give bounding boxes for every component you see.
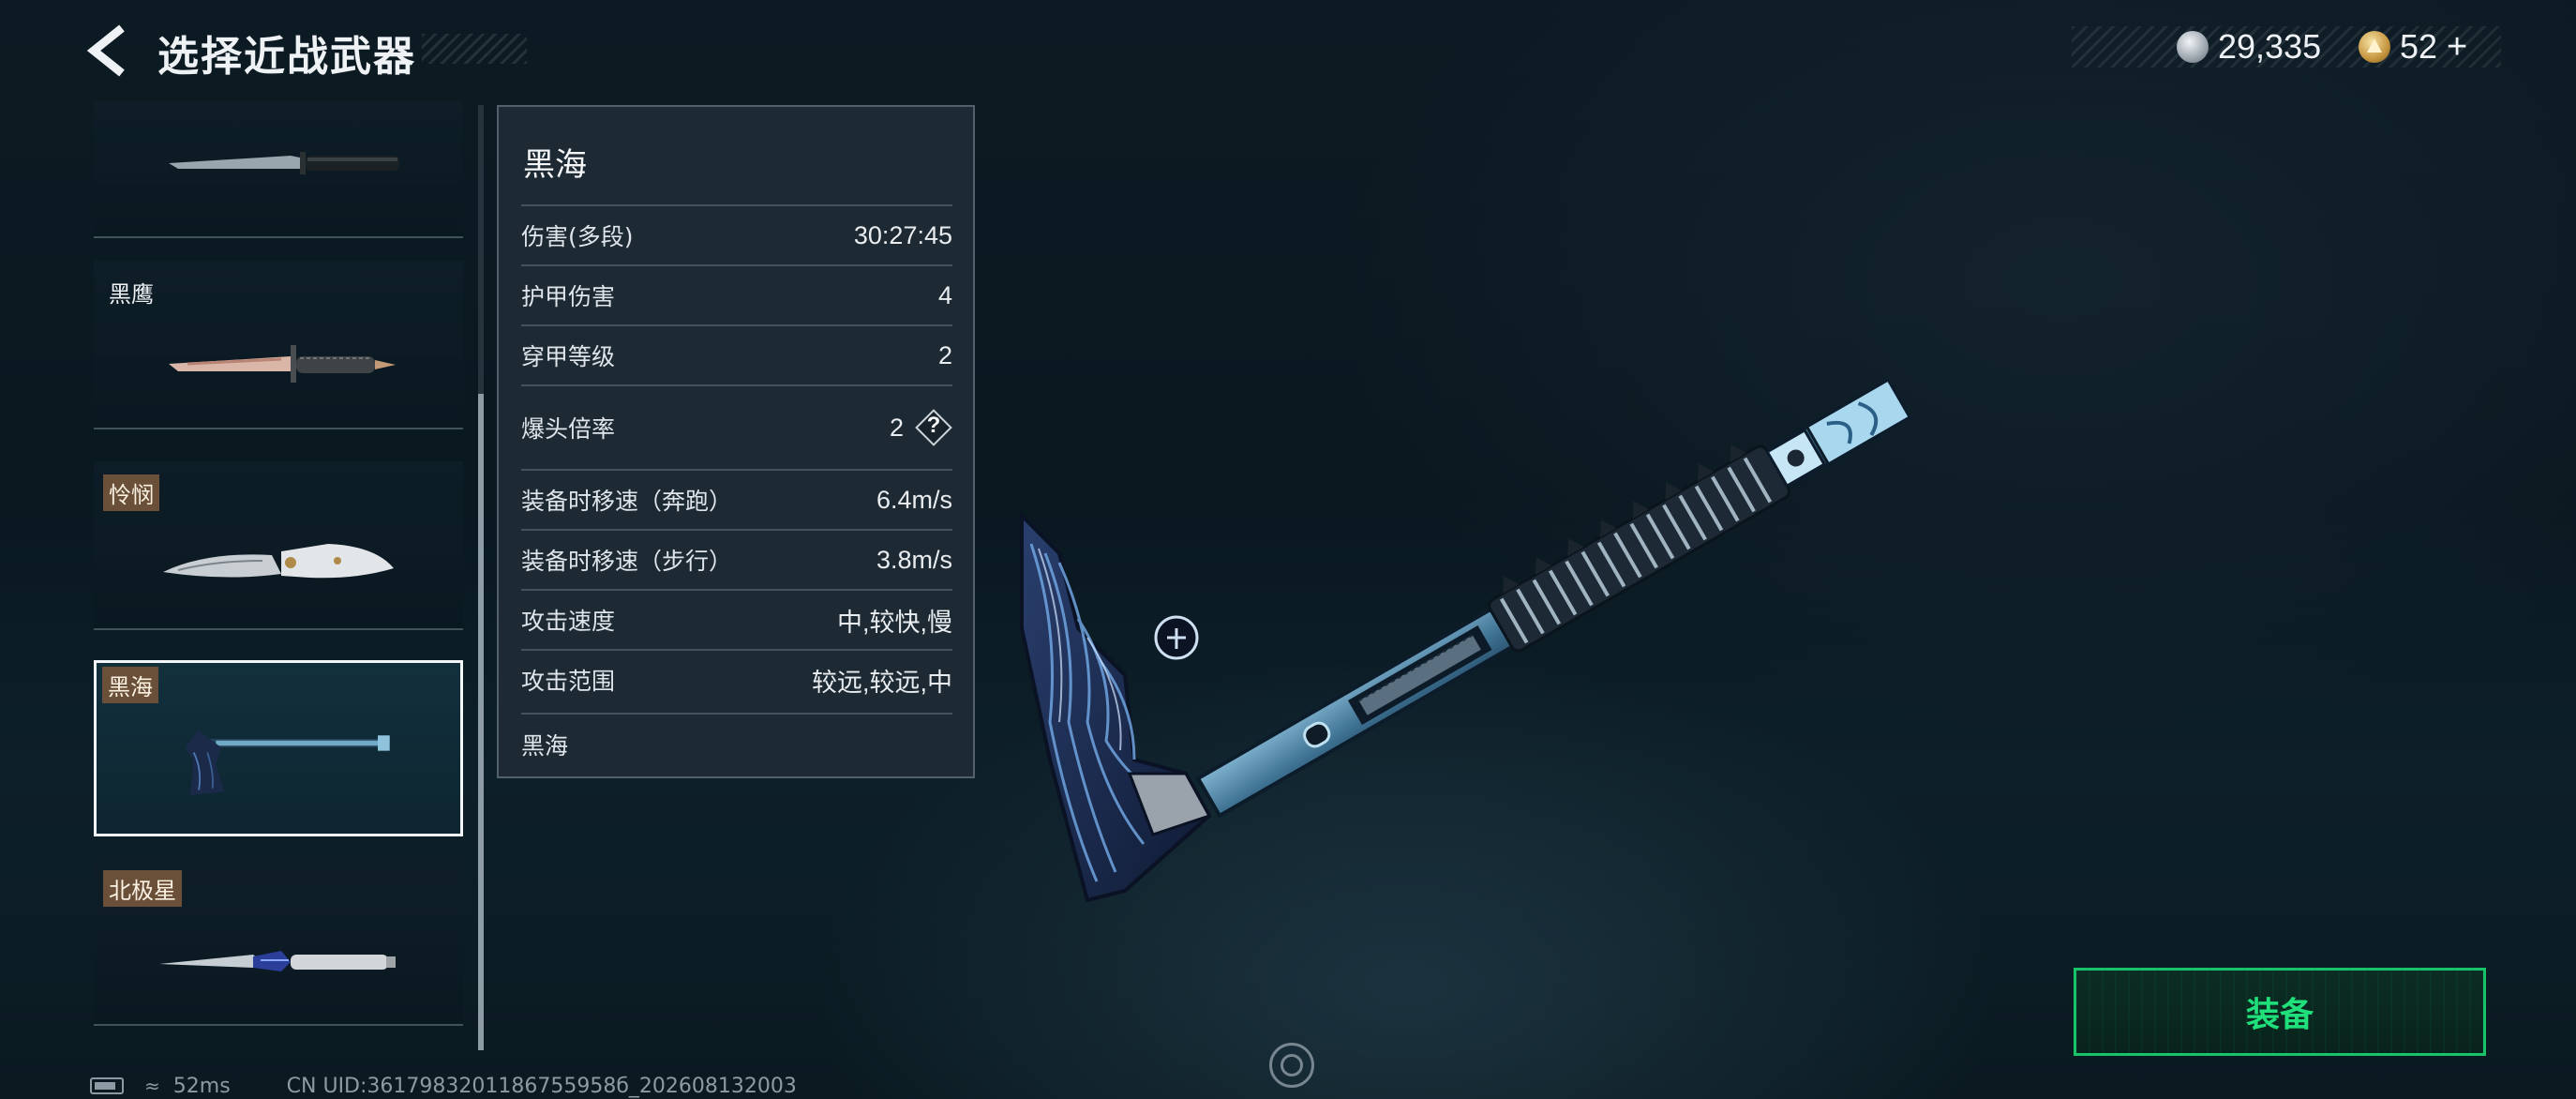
- combat-knife-image: [169, 152, 399, 174]
- stat-value-wrap: 2 ?: [890, 409, 952, 446]
- stats-skin-name: 黑海: [521, 713, 952, 761]
- stat-row-headshot-multiplier: 爆头倍率 2 ?: [521, 384, 952, 469]
- stat-label: 攻击速度: [521, 608, 616, 635]
- stat-label: 爆头倍率: [521, 415, 616, 443]
- stat-row-armor-damage: 护甲伤害 4: [521, 264, 952, 324]
- stat-value: 30:27:45: [853, 220, 952, 249]
- help-glyph: ?: [926, 413, 941, 438]
- silver-coin-icon: [2177, 31, 2209, 63]
- home-indicator-icon[interactable]: [1269, 1043, 1314, 1088]
- back-arrow-icon[interactable]: [86, 24, 133, 77]
- add-currency-button[interactable]: +: [2447, 27, 2467, 68]
- weapon-stats-panel: 黑海 伤害(多段) 30:27:45 护甲伤害 4 穿甲等级 2 爆头倍率 2 …: [497, 105, 975, 778]
- equip-button[interactable]: 装备: [2074, 968, 2486, 1056]
- player-uid: CN UID:3617983201186755958б_202608132003: [286, 1074, 797, 1098]
- weapon-card-polaris[interactable]: 北极星: [94, 857, 463, 1026]
- stat-row-attack-range: 攻击范围 较远,较远,中: [521, 649, 952, 709]
- gold-currency[interactable]: 52 +: [2359, 26, 2467, 68]
- stat-row-walk-speed: 装备时移速（步行） 3.8m/s: [521, 529, 952, 589]
- stat-label: 伤害(多段): [521, 223, 634, 250]
- list-scrollbar-thumb[interactable]: [478, 394, 484, 1050]
- mercy-knife-image: [163, 544, 394, 579]
- stat-value: 2: [889, 413, 904, 442]
- wifi-icon: ≈: [144, 1075, 160, 1097]
- weapon-name: 北极星: [103, 870, 182, 907]
- stat-row-damage: 伤害(多段) 30:27:45: [521, 204, 952, 264]
- stat-row-attack-speed: 攻击速度 中,较快,慢: [521, 589, 952, 649]
- stat-row-penetration-level: 穿甲等级 2: [521, 324, 952, 384]
- weapon-name: 黑海: [102, 667, 158, 703]
- stat-value: 较远,较远,中: [811, 668, 952, 697]
- stat-value: 6.4m/s: [876, 485, 952, 514]
- stat-label: 护甲伤害: [521, 283, 616, 310]
- silver-currency: 29,335: [2177, 26, 2321, 68]
- polaris-knife-image: [159, 951, 396, 971]
- ping-value: 52ms: [172, 1074, 231, 1098]
- title-decor-stripes: [422, 34, 527, 64]
- gold-amount: 52: [2400, 27, 2438, 66]
- weapon-card-black-sea[interactable]: 黑海: [94, 660, 463, 836]
- weapon-card-mercy[interactable]: 怜悯: [94, 461, 463, 630]
- battery-icon: [90, 1077, 124, 1094]
- stat-label: 攻击范围: [521, 668, 616, 695]
- stat-value: 4: [937, 280, 952, 309]
- stat-value: 2: [937, 340, 952, 369]
- stat-row-run-speed: 装备时移速（奔跑） 6.4m/s: [521, 469, 952, 529]
- gold-coin-icon: [2359, 31, 2390, 63]
- status-footer: ≈ 52ms CN UID:3617983201186755958б_20260…: [90, 1074, 797, 1098]
- weapon-name: 怜悯: [103, 474, 159, 511]
- page-title: 选择近战武器: [157, 33, 416, 81]
- help-icon[interactable]: ?: [915, 409, 952, 446]
- weapon-card-black-eagle[interactable]: 黑鹰: [94, 261, 463, 429]
- stat-value: 3.8m/s: [876, 545, 952, 574]
- silver-amount: 29,335: [2218, 27, 2322, 66]
- black-sea-axe-image: [185, 730, 390, 795]
- stat-label: 装备时移速（奔跑）: [521, 488, 733, 515]
- stat-value: 中,较快,慢: [836, 608, 952, 637]
- stat-label: 装备时移速（步行）: [521, 548, 733, 575]
- stats-weapon-name: 黑海: [523, 146, 587, 184]
- weapon-list[interactable]: 黑鹰 怜悯 黑海 北极星: [92, 101, 467, 1046]
- weapon-name: 黑鹰: [109, 281, 154, 308]
- weapon-card-combat-knife[interactable]: [94, 101, 463, 238]
- stat-label: 穿甲等级: [521, 343, 616, 370]
- black-sea-axe-render[interactable]: [994, 234, 2025, 1013]
- black-eagle-knife-image: [169, 345, 396, 383]
